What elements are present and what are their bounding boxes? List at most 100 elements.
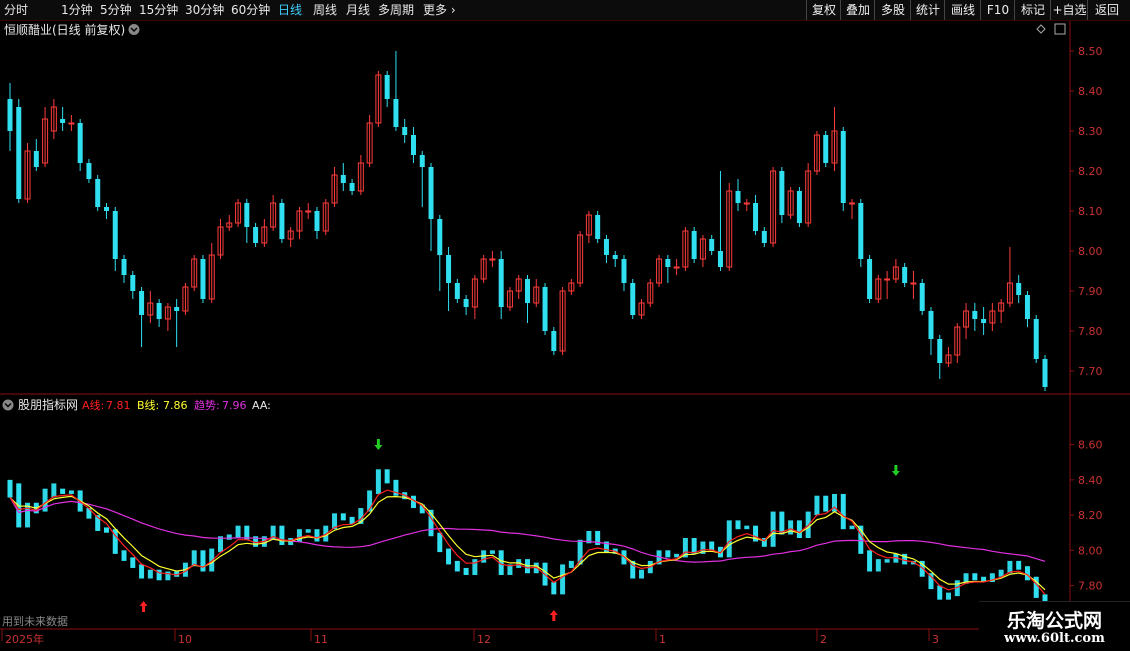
- ind-bar-26: [235, 525, 241, 538]
- ind-bar-14: [130, 557, 136, 568]
- candle-body-7: [68, 122, 75, 125]
- main-y-tick-5: 8.00: [1078, 245, 1103, 258]
- candle-body-31: [279, 203, 285, 239]
- candle-body-69: [612, 255, 618, 259]
- candle-body-96: [849, 202, 856, 205]
- candle-body-8: [77, 123, 83, 163]
- ind-bar-6: [60, 488, 66, 494]
- ind-bar-82: [726, 520, 732, 558]
- candle-body-85: [753, 203, 759, 231]
- candle-body-70: [621, 259, 627, 283]
- candle-body-111: [981, 319, 987, 323]
- main-y-tick-6: 7.90: [1078, 285, 1103, 298]
- toolbar-button-5[interactable]: F10: [980, 0, 1015, 20]
- ind-bar-72: [639, 569, 645, 579]
- candle-body-95: [840, 131, 846, 203]
- candle-body-51: [454, 283, 460, 299]
- x-tick-3: 12: [477, 633, 491, 646]
- toolbar-button-1[interactable]: 叠加: [840, 0, 875, 20]
- period-toolbar: 分时 1分钟 5分钟 15分钟 30分钟 60分钟 日线 周线 月线 多周期 更多 › 复权 叠加 多股统…: [0, 0, 1130, 21]
- main-y-tick-7: 7.80: [1078, 325, 1103, 338]
- ind-bar-34: [305, 529, 311, 533]
- candle-body-3: [33, 151, 39, 167]
- candle-body-45: [402, 127, 408, 135]
- candle-body-35: [314, 211, 320, 231]
- ind-bar-16: [147, 569, 153, 579]
- candle-body-115: [1016, 283, 1022, 295]
- trend-value: 7.96: [222, 399, 247, 412]
- candle-body-11: [103, 207, 109, 211]
- candle-body-78: [691, 231, 697, 259]
- toolbar-button-6[interactable]: 标记: [1014, 0, 1051, 20]
- candle-body-39: [349, 183, 355, 191]
- period-tab-3[interactable]: 15分钟: [139, 2, 178, 18]
- candle-body-48: [428, 167, 434, 219]
- indicator-name: 股朋指标网: [18, 397, 78, 412]
- ind-y-tick-2: 8.20: [1078, 509, 1103, 522]
- main-y-tick-0: 8.50: [1078, 45, 1103, 58]
- main-y-tick-1: 8.40: [1078, 85, 1103, 98]
- candle-body-27: [244, 203, 250, 227]
- trend-label: 趋势:: [194, 399, 220, 412]
- diamond-icon: [1036, 24, 1046, 34]
- candle-body-49: [437, 219, 443, 255]
- candle-body-28: [253, 227, 259, 243]
- candle-body-90: [796, 191, 802, 223]
- ind-y-tick-0: 8.60: [1078, 439, 1103, 452]
- period-tab-8[interactable]: 月线: [346, 2, 370, 18]
- period-tab-1[interactable]: 1分钟: [61, 2, 93, 18]
- candle-body-68: [603, 239, 609, 255]
- ind-bar-75: [665, 550, 671, 558]
- candle-body-1: [16, 107, 22, 199]
- candle-body-106: [937, 339, 943, 363]
- period-tab-9[interactable]: 多周期: [378, 2, 414, 18]
- candle-body-97: [858, 203, 864, 259]
- period-tab-10[interactable]: 更多 ›: [423, 2, 456, 18]
- candle-body-44: [393, 99, 399, 127]
- ind-bar-64: [568, 560, 574, 568]
- ind-bar-0: [7, 479, 13, 498]
- toolbar-button-3[interactable]: 统计: [910, 0, 945, 20]
- candle-body-103: [910, 282, 917, 285]
- period-tab-7[interactable]: 周线: [313, 2, 337, 18]
- toolbar-button-8[interactable]: 返回: [1087, 0, 1126, 20]
- candle-body-0: [7, 99, 13, 131]
- ind-bar-25: [226, 534, 232, 540]
- ind-bar-31: [279, 525, 285, 546]
- toolbar-button-4[interactable]: 画线: [944, 0, 981, 20]
- ind-bar-13: [121, 550, 127, 561]
- period-tab-2[interactable]: 5分钟: [100, 2, 132, 18]
- stock-chart: 恒顺醋业(日线 前复权) 8.50 8.40 8.30 8.20 8.10 8.00 7.90…: [0, 21, 1130, 650]
- ind-bar-87: [770, 511, 776, 547]
- period-tab-6[interactable]: 日线: [278, 2, 302, 18]
- period-tab-4[interactable]: 30分钟: [185, 2, 224, 18]
- candle-body-62: [551, 331, 557, 351]
- ind-bar-7: [68, 490, 74, 494]
- ind-bar-107: [946, 592, 952, 600]
- period-tab-5[interactable]: 60分钟: [231, 2, 270, 18]
- candle-body-67: [595, 215, 601, 239]
- candle-body-15: [139, 291, 145, 315]
- toolbar-button-7[interactable]: +自选: [1050, 0, 1088, 20]
- ind-bar-55: [489, 550, 495, 554]
- ind-bar-84: [744, 525, 750, 530]
- candle-body-98: [867, 259, 873, 299]
- candle-body-22: [200, 259, 206, 299]
- site-watermark: 乐淘公式网 www.60lt.com: [979, 601, 1130, 651]
- period-tab-0[interactable]: 分时: [4, 2, 28, 18]
- a-line: [9, 489, 1046, 595]
- x-tick-0: 2025年: [5, 632, 44, 646]
- toolbar-button-0[interactable]: 复权: [806, 0, 841, 20]
- ind-bar-98: [867, 550, 873, 572]
- toolbar-button-2[interactable]: 多股: [874, 0, 911, 20]
- ind-bar-99: [875, 559, 881, 572]
- watermark-line2: www.60lt.com: [1004, 631, 1105, 646]
- main-title: 恒顺醋业(日线 前复权): [4, 22, 125, 37]
- main-y-tick-3: 8.20: [1078, 165, 1103, 178]
- candle-body-76: [673, 266, 680, 269]
- ind-bar-11: [103, 527, 109, 533]
- ind-bar-80: [709, 541, 715, 551]
- candle-body-102: [902, 267, 908, 283]
- x-tick-4: 1: [659, 633, 666, 646]
- ind-bar-115: [1016, 560, 1022, 570]
